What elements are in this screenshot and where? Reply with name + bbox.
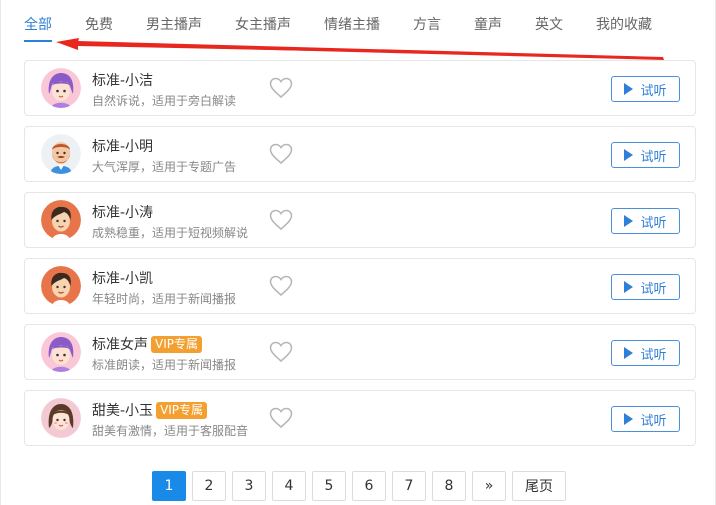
voice-row: 标准-小明大气浑厚，适用于专题广告 试听 (24, 126, 696, 182)
tab-3[interactable]: 女主播声 (235, 14, 291, 42)
listen-label: 试听 (640, 215, 667, 231)
tab-7[interactable]: 英文 (535, 14, 563, 42)
favorite-heart-icon[interactable] (269, 209, 293, 231)
voice-name: 标准-小涛 (92, 205, 154, 221)
voice-name-line: 标准-小洁 (92, 70, 153, 90)
pagination: 1 2 3 4 5 6 7 8» 尾页 (152, 471, 572, 501)
favorite-heart-icon[interactable] (269, 275, 293, 297)
tab-5[interactable]: 方言 (413, 14, 441, 42)
voice-name-line: 标准-小明 (92, 136, 153, 156)
play-icon (624, 215, 634, 227)
vip-badge: VIP专属 (151, 335, 202, 353)
page-button-3[interactable]: 3 (232, 471, 266, 501)
voice-name: 甜美-小玉 (92, 403, 154, 419)
avatar (41, 134, 81, 174)
tab-4[interactable]: 情绪主播 (324, 14, 380, 42)
listen-label: 试听 (640, 413, 667, 429)
play-icon (624, 149, 634, 161)
listen-button[interactable]: 试听 (611, 142, 680, 168)
listen-label: 试听 (640, 149, 667, 165)
page-button-8[interactable]: 8 (432, 471, 466, 501)
voice-description: 自然诉说，适用于旁白解读 (92, 94, 237, 108)
listen-button[interactable]: 试听 (611, 208, 680, 234)
voice-description: 年轻时尚，适用于新闻播报 (92, 292, 237, 306)
avatar (41, 332, 81, 372)
voice-name: 标准女声 (92, 337, 148, 353)
avatar (41, 266, 81, 306)
voice-name-line: 标准-小凯 (92, 268, 153, 288)
page-button-1[interactable]: 1 (152, 471, 186, 501)
play-icon (624, 347, 634, 359)
voice-row: 标准-小涛成熟稳重，适用于短视频解说 试听 (24, 192, 696, 248)
vip-badge: VIP专属 (156, 401, 208, 419)
page-button-5[interactable]: 5 (312, 471, 346, 501)
listen-button[interactable]: 试听 (611, 406, 680, 432)
next-page-button[interactable]: » (472, 471, 506, 501)
voice-name-line: 甜美-小玉 VIP专属 (92, 400, 208, 420)
avatar (41, 200, 81, 240)
voice-row: 甜美-小玉 VIP专属甜美有激情，适用于客服配音 试听 (24, 390, 696, 446)
voice-name-line: 标准-小涛 (92, 202, 153, 222)
avatar (41, 398, 81, 438)
play-icon (624, 281, 634, 293)
tab-8[interactable]: 我的收藏 (596, 14, 652, 42)
voice-list: 标准-小洁 自然诉说，适用于旁白解读 试听 标准-小明 大气浑厚，适用于专题广告 试听 … (24, 60, 696, 456)
voice-row: 标准-小洁自然诉说，适用于旁白解读 试听 (24, 60, 696, 116)
play-icon (624, 83, 634, 95)
listen-label: 试听 (640, 347, 667, 363)
tab-2[interactable]: 男主播声 (146, 14, 202, 42)
page-button-6[interactable]: 6 (352, 471, 386, 501)
page-button-7[interactable]: 7 (392, 471, 426, 501)
favorite-heart-icon[interactable] (269, 407, 293, 429)
avatar (41, 68, 81, 108)
voice-name: 标准-小凯 (92, 271, 154, 287)
voice-description: 大气浑厚，适用于专题广告 (92, 160, 237, 174)
voice-name-line: 标准女声 VIP专属 (92, 334, 202, 354)
play-icon (624, 413, 634, 425)
page-button-4[interactable]: 4 (272, 471, 306, 501)
voice-name: 标准-小洁 (92, 73, 154, 89)
voice-row: 标准女声 VIP专属标准朗读，适用于新闻播报 试听 (24, 324, 696, 380)
tab-1[interactable]: 免费 (85, 14, 113, 42)
favorite-heart-icon[interactable] (269, 341, 293, 363)
last-page-button[interactable]: 尾页 (512, 471, 566, 501)
favorite-heart-icon[interactable] (269, 77, 293, 99)
listen-label: 试听 (640, 281, 667, 297)
voice-description: 甜美有激情，适用于客服配音 (92, 424, 249, 438)
page-button-2[interactable]: 2 (192, 471, 226, 501)
tab-0[interactable]: 全部 (24, 14, 52, 42)
voice-description: 成熟稳重，适用于短视频解说 (92, 226, 249, 240)
voice-row: 标准-小凯年轻时尚，适用于新闻播报 试听 (24, 258, 696, 314)
listen-label: 试听 (640, 83, 667, 99)
voice-name: 标准-小明 (92, 139, 154, 155)
favorite-heart-icon[interactable] (269, 143, 293, 165)
voice-description: 标准朗读，适用于新闻播报 (92, 358, 237, 372)
listen-button[interactable]: 试听 (611, 340, 680, 366)
category-tabs: 全部 免费 男主播声 女主播声 情绪主播 方言 童声 英文 我的收藏 (24, 14, 685, 42)
tab-6[interactable]: 童声 (474, 14, 502, 42)
listen-button[interactable]: 试听 (611, 274, 680, 300)
listen-button[interactable]: 试听 (611, 76, 680, 102)
